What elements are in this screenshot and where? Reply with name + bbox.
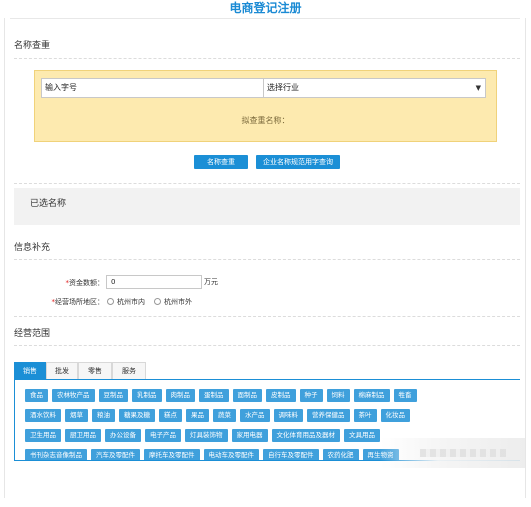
name-standard-query-button[interactable]: 企业名称规范用字查询 [256,155,340,169]
info-divider [14,259,520,260]
category-tag[interactable]: 肉制品 [165,389,195,402]
category-tag[interactable]: 电动车及零配件 [203,449,259,460]
category-row: 酒水饮料 烟草 粮油 糖果及糖 糕点 果品 蔬菜 水产品 调味料 营养保健品 茶叶 化妆品 [25,409,414,422]
tab-service[interactable]: 服务 [112,362,146,379]
category-tag[interactable]: 果品 [186,409,209,422]
location-label-text: 经营场所地区： [55,298,104,306]
industry-select[interactable]: 选择行业 ▼ [263,78,486,98]
industry-select-value: 选择行业 [267,83,299,92]
category-tag[interactable]: 灯具装饰物 [185,429,228,442]
category-tag[interactable]: 牲畜 [393,389,417,402]
category-tag[interactable]: 调味料 [273,409,303,422]
category-tag[interactable]: 食品 [25,389,48,402]
category-tag[interactable]: 糕点 [159,409,182,422]
category-tag[interactable]: 酒水饮料 [25,409,61,422]
category-tag[interactable]: 家用电器 [231,429,268,442]
category-tag[interactable]: 自行车及零配件 [263,449,319,460]
business-heading: 经营范围 [14,329,51,339]
selected-names-label: 已选名称 [30,199,67,209]
proposed-name-label: 拟查重名称： [241,116,290,125]
selected-names-panel: 已选名称 [14,188,520,225]
category-tag[interactable]: 农药化肥 [322,449,359,460]
category-tag[interactable]: 棉麻制品 [353,389,390,402]
trade-name-input[interactable]: 输入字号 [41,78,264,98]
category-tag[interactable]: 电子产品 [145,429,181,442]
location-outside-radio[interactable] [154,298,161,305]
category-tag[interactable]: 面制品 [232,389,262,402]
capital-label: *资金数额： [40,278,105,288]
tab-retail[interactable]: 零售 [78,362,112,379]
category-tag[interactable]: 蔬菜 [213,409,236,422]
category-tag[interactable]: 蛋制品 [199,389,229,402]
title-divider [10,18,520,19]
category-tag[interactable]: 办公设备 [105,429,141,442]
name-check-button[interactable]: 名称查重 [194,155,248,169]
page-title: 电商登记注册 [229,1,302,15]
category-tag[interactable]: 农林牧产品 [52,389,95,402]
business-top-divider [14,316,520,317]
category-row: 卫生用品 厨卫用品 办公设备 电子产品 灯具装饰物 家用电器 文化体育用品及器材 文具用品 [25,429,384,442]
category-tag[interactable]: 皮制品 [266,389,296,402]
location-inside-radio[interactable] [107,298,114,305]
category-tag[interactable]: 豆制品 [98,389,128,402]
category-tag[interactable]: 粮油 [92,409,115,422]
selected-divider [14,183,520,184]
category-tag[interactable]: 水产品 [240,409,270,422]
category-tag[interactable]: 化妆品 [380,409,410,422]
tab-sales[interactable]: 销售 [14,362,46,379]
tab-wholesale[interactable]: 批发 [46,362,78,379]
blurred-watermark [420,449,510,457]
name-check-heading: 名称查重 [14,41,51,51]
category-tag[interactable]: 茶叶 [353,409,377,422]
category-tag[interactable]: 书刊杂志音像制品 [25,449,87,460]
frame-border-right [525,18,526,498]
capital-input[interactable]: 0 [106,275,202,289]
capital-unit: 万元 [204,278,218,286]
name-check-divider [14,58,520,59]
category-row: 食品 农林牧产品 豆制品 乳制品 肉制品 蛋制品 面制品 皮制品 种子 饲料 棉麻制品 牲畜 [25,389,421,402]
category-tag[interactable]: 摩托车及零配件 [144,449,200,460]
location-inside-label: 杭州市内 [117,298,145,306]
category-tag[interactable]: 厨卫用品 [65,429,101,442]
location-label: *经营场所地区： [20,297,105,307]
category-tag[interactable]: 糖果及糖 [119,409,155,422]
category-tag[interactable]: 文具用品 [344,429,380,442]
business-divider [14,345,520,346]
category-tag[interactable]: 文化体育用品及器材 [271,429,340,442]
capital-label-text: 资金数额： [69,279,104,287]
category-tag[interactable]: 烟草 [65,409,88,422]
category-tag[interactable]: 汽车及零配件 [91,449,140,460]
category-tag[interactable]: 卫生用品 [25,429,61,442]
category-tag[interactable]: 营养保健品 [307,409,350,422]
chevron-down-icon: ▼ [475,84,481,92]
category-tag[interactable]: 乳制品 [132,389,162,402]
location-outside-label: 杭州市外 [164,298,192,306]
category-row: 书刊杂志音像制品汽车及零配件摩托车及零配件电动车及零配件自行车及零配件农药化肥再… [25,449,403,460]
name-query-box: 输入字号 选择行业 ▼ 拟查重名称： [34,70,497,142]
frame-border-left [4,18,5,498]
category-tag[interactable]: 种子 [299,389,323,402]
info-heading: 信息补充 [14,243,51,253]
category-tag[interactable]: 饲料 [326,389,350,402]
